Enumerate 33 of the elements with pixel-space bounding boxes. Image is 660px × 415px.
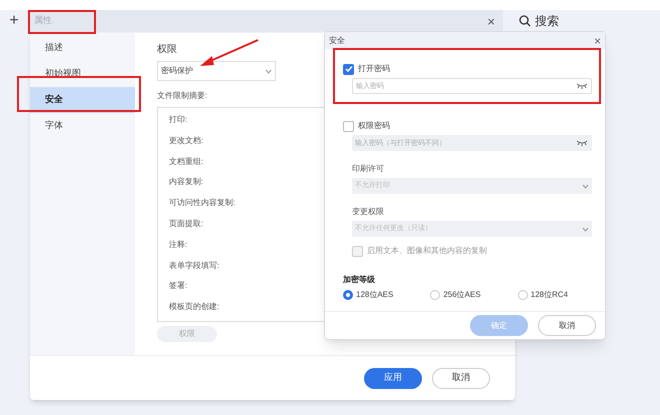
summary-item: 文档重组: — [169, 156, 204, 168]
radio-label: 256位AES — [443, 289, 481, 301]
summary-item: 可访问性内容复制: — [169, 197, 236, 210]
summary-item: 内容复制: — [169, 176, 204, 188]
summary-item: 更改文档: — [169, 134, 204, 147]
nav-item[interactable]: 字体 — [30, 113, 135, 139]
nav-item[interactable]: 描述 — [30, 35, 135, 61]
field-label: 印刷许可 — [351, 163, 385, 175]
summary-item: 页面提取: — [169, 218, 204, 230]
dialog-title: 安全 — [329, 34, 345, 46]
method-select[interactable]: 密码保护 — [157, 61, 276, 81]
search-button[interactable]: 搜索 — [519, 12, 559, 30]
checkbox-label: 启用文本、图像和其他内容的复制 — [367, 245, 487, 257]
summary-item: 注释: — [169, 238, 188, 251]
summary-item: 签署: — [169, 280, 188, 292]
section-title: 权限 — [157, 42, 178, 57]
summary-item: 模板页的创建: — [169, 301, 220, 314]
summary-item: 表单字段填写: — [169, 260, 220, 272]
add-tab-button[interactable]: + — [0, 13, 28, 29]
close-button[interactable]: × — [594, 34, 601, 46]
field-label: 变更权限 — [351, 206, 385, 218]
cancel-button[interactable]: 取消 — [538, 315, 596, 336]
nav-item[interactable]: 安全 — [30, 87, 135, 113]
encryption-title: 加密等级 — [342, 274, 376, 286]
radio-label: 128位AES — [356, 289, 394, 301]
cancel-button[interactable]: 取消 — [432, 368, 490, 388]
summary-title: 文件限制摘要: — [157, 90, 208, 102]
checkbox-label: 权限密码 — [358, 120, 390, 132]
radio-label: 128位RC4 — [530, 289, 568, 301]
checkbox-label: 打开密码 — [358, 63, 390, 75]
close-tab-button[interactable]: × — [487, 14, 495, 28]
summary-item: 打印: — [169, 114, 188, 126]
apply-button[interactable]: 应用 — [364, 368, 422, 388]
